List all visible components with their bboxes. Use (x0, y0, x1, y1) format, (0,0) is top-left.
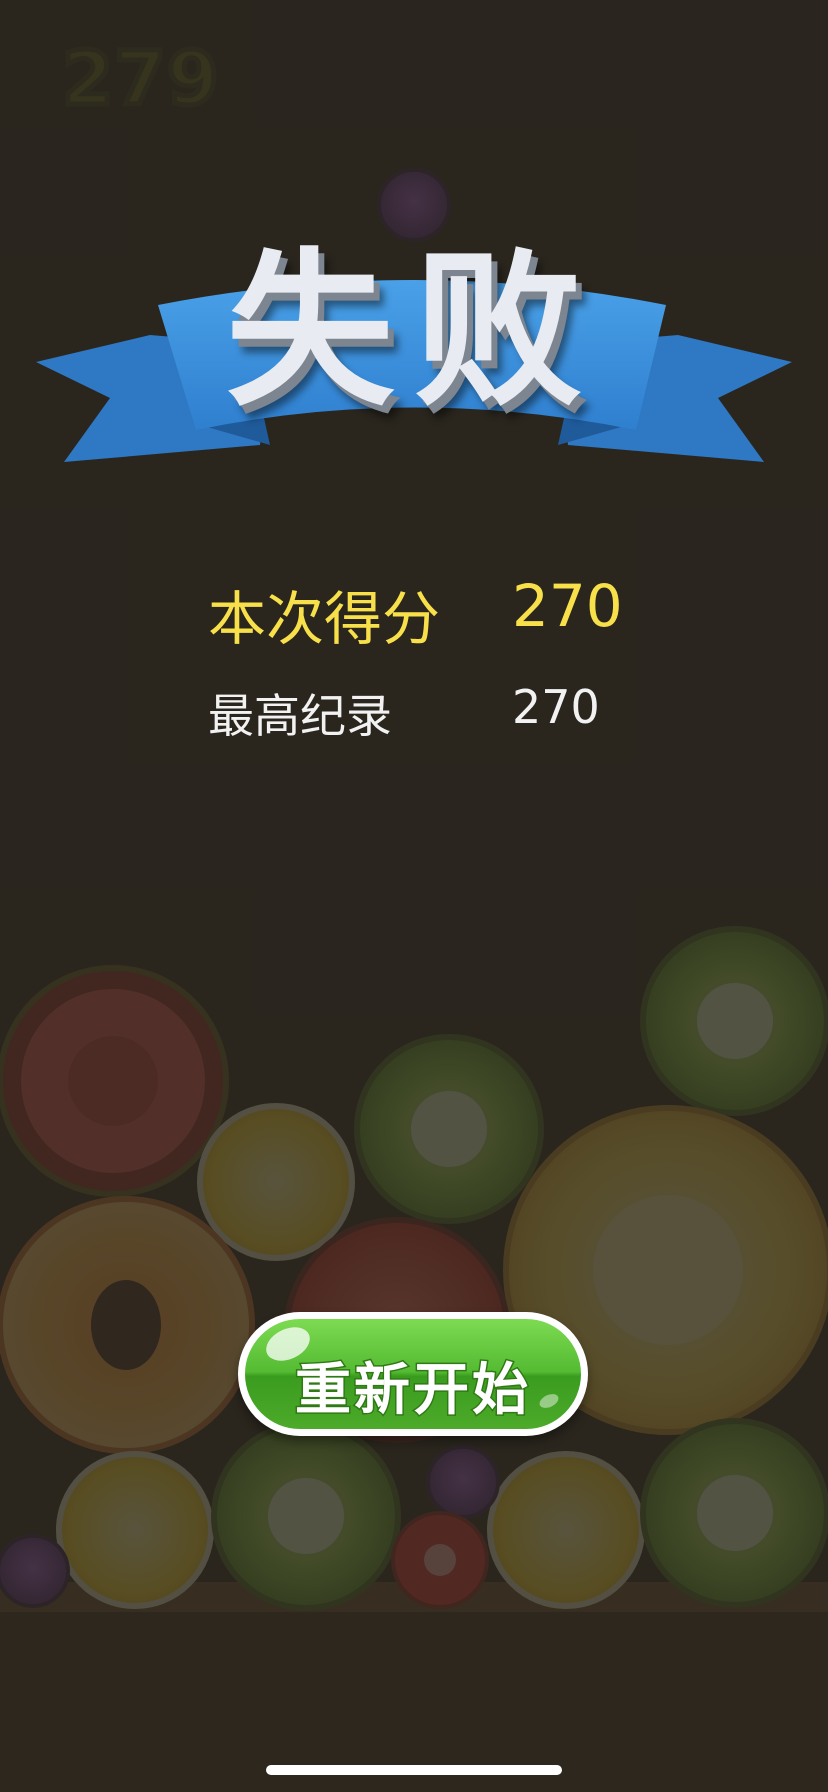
home-indicator[interactable] (266, 1765, 562, 1775)
best-score-value: 270 (512, 680, 600, 734)
best-score-label: 最高纪录 (208, 689, 392, 743)
restart-button[interactable]: 重新开始 (238, 1312, 588, 1436)
fail-title: 失败 (226, 233, 602, 429)
restart-button-label[interactable]: 重新开始 (245, 1345, 581, 1426)
restart-button-face[interactable]: 重新开始 (245, 1319, 581, 1429)
current-score-label: 本次得分 (208, 585, 441, 653)
game-screen: 279 失败 本次得分 270 最高纪录 270 重新开始 (0, 0, 828, 1792)
current-score-value: 270 (512, 572, 623, 640)
